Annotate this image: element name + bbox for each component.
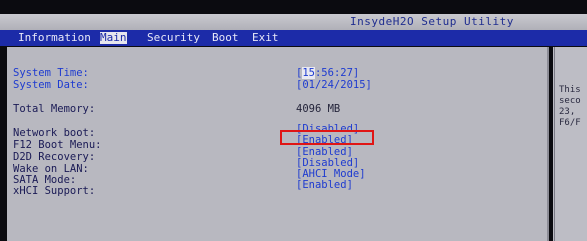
xhci-support-label: xHCI Support: — [13, 185, 96, 197]
tab-exit[interactable]: Exit — [252, 32, 279, 44]
panel-divider — [554, 47, 555, 241]
help-line: This — [559, 85, 581, 95]
system-time-value[interactable]: [15:56:27] — [296, 67, 359, 79]
xhci-support-value[interactable]: [Enabled] — [296, 179, 353, 191]
system-time-label: System Time: — [13, 67, 89, 79]
help-line: seco — [559, 96, 581, 106]
bios-screen: InsydeH2O Setup Utility Information Main… — [0, 0, 587, 241]
system-date-value[interactable]: [01/24/2015] — [296, 79, 372, 91]
system-time-rest: :56:27] — [314, 67, 360, 79]
tab-information[interactable]: Information — [18, 32, 91, 44]
help-panel: This seco 23, F6/F — [553, 47, 587, 241]
title-bar: InsydeH2O Setup Utility — [0, 14, 587, 30]
network-boot-label: Network boot: — [13, 127, 96, 139]
app-title: InsydeH2O Setup Utility — [350, 15, 514, 28]
total-memory-value: 4096 MB — [296, 103, 341, 115]
help-line: 23, — [559, 107, 576, 117]
tab-main[interactable]: Main — [100, 32, 127, 44]
highlight-box — [280, 130, 374, 145]
help-line: F6/F — [559, 118, 581, 128]
menu-bar: Information Main Security Boot Exit — [0, 30, 587, 46]
d2d-recovery-label: D2D Recovery: — [13, 151, 96, 163]
system-time-hour-field[interactable]: 15 — [302, 67, 315, 79]
tab-boot[interactable]: Boot — [212, 32, 239, 44]
total-memory-label: Total Memory: — [13, 103, 96, 115]
tab-security[interactable]: Security — [147, 32, 200, 44]
f12-boot-menu-label: F12 Boot Menu: — [13, 139, 102, 151]
system-date-label: System Date: — [13, 79, 89, 91]
